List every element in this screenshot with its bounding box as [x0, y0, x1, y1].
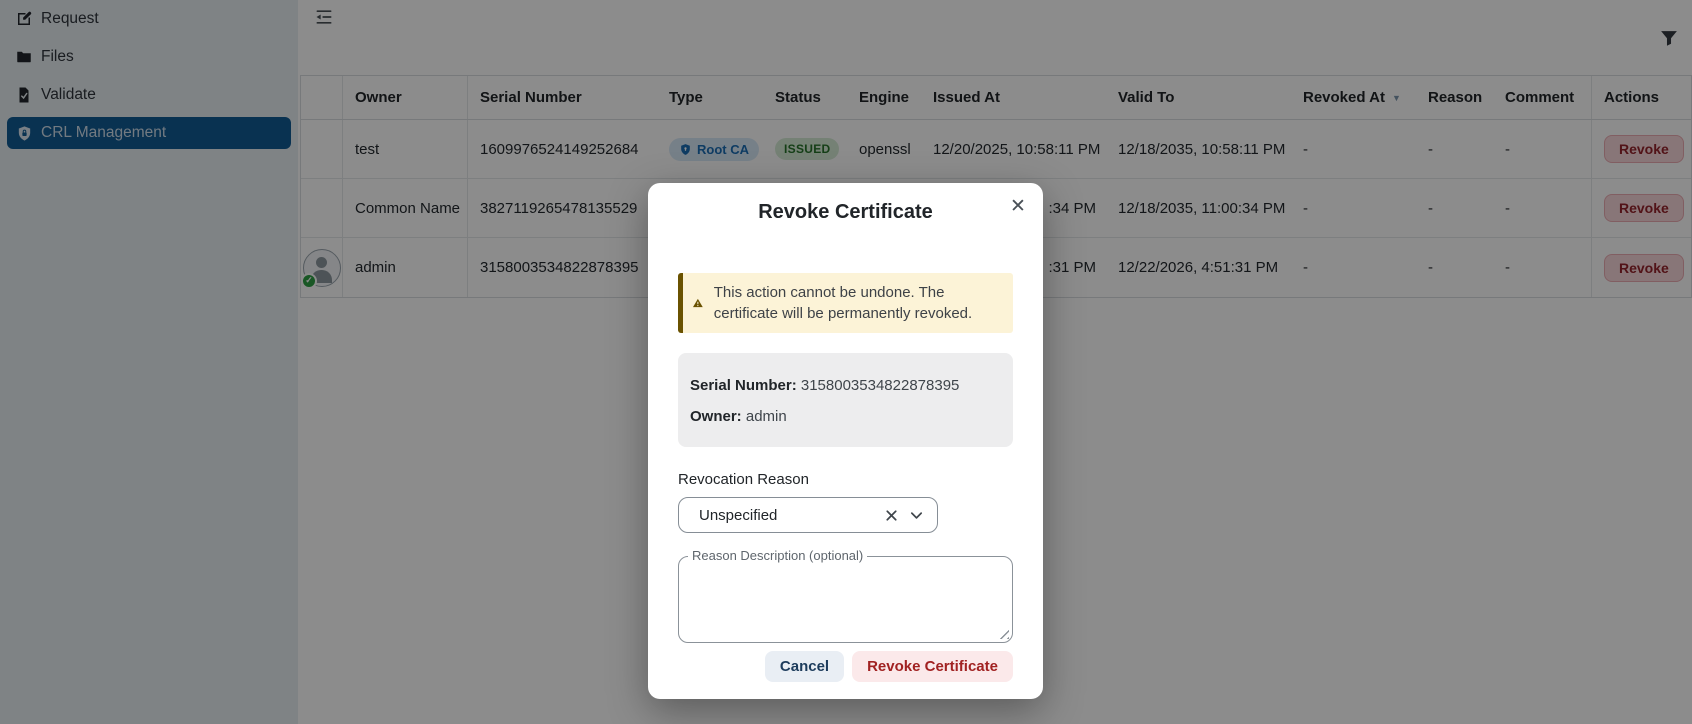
reason-description-textarea[interactable]	[679, 557, 1012, 642]
owner-label: Owner:	[690, 408, 742, 425]
modal-title: Revoke Certificate	[648, 201, 1043, 224]
modal-actions: Cancel Revoke Certificate	[678, 651, 1013, 682]
warning-text: This action cannot be undone. The certif…	[714, 282, 1003, 324]
warning-alert: This action cannot be undone. The certif…	[678, 273, 1013, 333]
close-icon[interactable]: ✕	[1007, 195, 1029, 217]
certificate-info-box: Serial Number: 3158003534822878395 Owner…	[678, 353, 1013, 447]
reason-description-field: Reason Description (optional)	[678, 556, 1013, 643]
cancel-button[interactable]: Cancel	[765, 651, 844, 682]
reason-description-label: Reason Description (optional)	[688, 548, 867, 563]
serial-number-label: Serial Number:	[690, 377, 797, 394]
chevron-down-icon[interactable]	[907, 506, 925, 524]
revocation-reason-label: Revocation Reason	[678, 471, 1013, 488]
revocation-reason-select[interactable]: Unspecified	[678, 497, 938, 533]
serial-number-value: 3158003534822878395	[801, 377, 960, 394]
warning-triangle-icon	[692, 293, 704, 313]
selected-reason-value: Unspecified	[699, 507, 777, 524]
clear-icon[interactable]	[882, 506, 900, 524]
owner-value: admin	[746, 408, 787, 425]
revoke-certificate-button[interactable]: Revoke Certificate	[852, 651, 1013, 682]
revoke-certificate-modal: ✕ Revoke Certificate This action cannot …	[648, 183, 1043, 699]
